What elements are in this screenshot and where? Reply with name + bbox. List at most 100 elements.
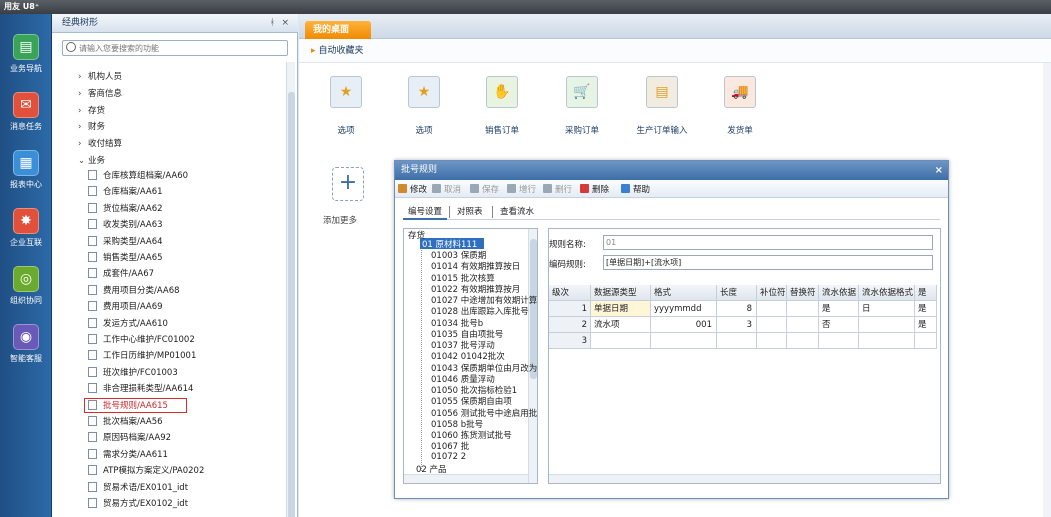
code-rule-field[interactable]: [单据日期]+[流水项]: [603, 255, 933, 270]
tree-node[interactable]: › 收付结算: [78, 137, 122, 149]
tree-leaf[interactable]: 采购类型/AA64: [88, 235, 163, 247]
category-tree-node[interactable]: 01037 批号浮动: [431, 339, 495, 351]
toolbar-button-3[interactable]: 增行: [507, 183, 536, 195]
grid-cell[interactable]: [787, 317, 819, 333]
grid-cell[interactable]: [757, 317, 787, 333]
nav-item[interactable]: ✸ 企业互联: [0, 208, 52, 248]
category-tree-hscrollbar[interactable]: [404, 474, 528, 483]
tree-leaf[interactable]: 批号规则/AA615: [88, 399, 168, 411]
grid-cell[interactable]: yyyymmdd: [651, 301, 717, 317]
tree-leaf[interactable]: 费用项目/AA69: [88, 300, 163, 312]
category-tree-node[interactable]: 01003 保质期: [431, 249, 486, 261]
tree-node[interactable]: › 存货: [78, 104, 105, 116]
category-tree-node[interactable]: 01022 有效期推算按月: [431, 283, 520, 295]
pin-icon[interactable]: ᚼ: [270, 14, 275, 33]
search-box[interactable]: [62, 40, 288, 56]
tree-node[interactable]: › 客商信息: [78, 87, 122, 99]
toolbar-button-1[interactable]: 取消: [432, 183, 461, 195]
category-tree-node[interactable]: 01072 2: [431, 452, 466, 462]
tree-leaf[interactable]: 发运方式/AA610: [88, 317, 168, 329]
tree-leaf[interactable]: 非合理损耗类型/AA614: [88, 382, 193, 394]
category-tree-node[interactable]: 01027 中途增加有效期计算: [431, 294, 537, 306]
grid-cell[interactable]: 日: [859, 301, 915, 317]
search-input[interactable]: [79, 41, 284, 55]
tree-node[interactable]: › 机构人员: [78, 70, 122, 82]
grid-cell[interactable]: [819, 333, 859, 349]
grid-cell[interactable]: [915, 333, 937, 349]
shortcut-item[interactable]: 🛒 采购订单: [547, 76, 617, 136]
grid-cell[interactable]: [757, 301, 787, 317]
tree-node[interactable]: ⌄ 业务: [78, 154, 105, 166]
category-tree-node[interactable]: 01067 批: [431, 440, 469, 452]
grid-cell[interactable]: [787, 333, 819, 349]
tree-leaf[interactable]: 货位档案/AA62: [88, 202, 163, 214]
category-tree-node[interactable]: 01034 批号b: [431, 317, 483, 329]
nav-item[interactable]: ▤ 业务导航: [0, 34, 52, 74]
category-tree-node[interactable]: 01046 质量浮动: [431, 373, 495, 385]
workspace-scrollbar[interactable]: [1043, 63, 1051, 517]
grid-hscrollbar[interactable]: [549, 474, 940, 483]
tree-leaf[interactable]: 班次维护/FC01003: [88, 366, 178, 378]
table-row[interactable]: 1 单据日期 yyyymmdd 8 是日是: [549, 301, 940, 317]
tree-scroll-thumb[interactable]: [288, 92, 295, 517]
favorites-bar[interactable]: ▸ 自动收藏夹: [299, 39, 1051, 63]
close-icon[interactable]: ×: [281, 14, 289, 33]
nav-item[interactable]: ◉ 智能客服: [0, 324, 52, 364]
category-tree-scroll-thumb[interactable]: [530, 239, 537, 379]
shortcut-item[interactable]: ★ 选项: [311, 76, 381, 136]
grid-cell[interactable]: 8: [717, 301, 757, 317]
tree-leaf[interactable]: 成套件/AA67: [88, 267, 154, 279]
category-tree-node[interactable]: 01028 出库跟踪入库批号: [431, 305, 529, 317]
grid-cell[interactable]: 是: [819, 301, 859, 317]
grid-cell[interactable]: 1: [549, 301, 591, 317]
tree-leaf[interactable]: 仓库档案/AA61: [88, 185, 163, 197]
tree-leaf[interactable]: 工作日历维护/MP01001: [88, 349, 196, 361]
toolbar-button-2[interactable]: 保存: [470, 183, 499, 195]
tab-my-desktop[interactable]: 我的桌面: [305, 21, 371, 39]
tree-leaf[interactable]: 费用项目分类/AA68: [88, 284, 180, 296]
tree-leaf[interactable]: 需求分类/AA611: [88, 448, 168, 460]
grid-cell[interactable]: [717, 333, 757, 349]
category-tree-node[interactable]: 01055 保质期自由项: [431, 395, 512, 407]
category-tree-node[interactable]: 01060 拣货测试批号: [431, 429, 512, 441]
category-tree-node[interactable]: 01058 b批号: [431, 418, 483, 430]
dialog-tab[interactable]: 查看流水: [495, 204, 539, 220]
tree-node[interactable]: › 财务: [78, 120, 105, 132]
add-more-button[interactable]: +: [332, 167, 364, 201]
tree-leaf[interactable]: 贸易方式/EX0102_idt: [88, 497, 188, 509]
tree-leaf[interactable]: 批次档案/AA56: [88, 415, 163, 427]
toolbar-button-6[interactable]: 帮助: [621, 183, 650, 195]
grid-cell[interactable]: [859, 317, 915, 333]
table-row[interactable]: 2 流水项 001 3 否 是: [549, 317, 940, 333]
grid-cell[interactable]: [591, 333, 651, 349]
tree-leaf[interactable]: 销售类型/AA65: [88, 251, 163, 263]
nav-item[interactable]: ✉ 消息任务: [0, 92, 52, 132]
category-tree-node[interactable]: 01014 有效期推算按日: [431, 260, 520, 272]
toolbar-button-5[interactable]: 删除: [580, 183, 609, 195]
table-row[interactable]: 3: [549, 333, 940, 349]
shortcut-item[interactable]: ▤ 生产订单输入: [627, 76, 697, 136]
tree-leaf[interactable]: 收发类别/AA63: [88, 218, 163, 230]
category-tree-node[interactable]: 01035 自由项批号: [431, 328, 503, 340]
tree-leaf[interactable]: 仓库核算组档案/AA60: [88, 169, 188, 181]
grid-cell[interactable]: [787, 301, 819, 317]
grid-cell[interactable]: 3: [717, 317, 757, 333]
grid-cell[interactable]: 流水项: [591, 317, 651, 333]
grid-cell[interactable]: 2: [549, 317, 591, 333]
tree-leaf[interactable]: 原因码档案/AA92: [88, 431, 171, 443]
dialog-tab[interactable]: 对照表: [452, 204, 488, 220]
nav-item[interactable]: ▦ 报表中心: [0, 150, 52, 190]
grid-cell[interactable]: [651, 333, 717, 349]
category-tree-node[interactable]: 01050 批次指标检验1: [431, 384, 517, 396]
tree-leaf[interactable]: 工作中心维护/FC01002: [88, 333, 195, 345]
grid-cell[interactable]: 3: [549, 333, 591, 349]
category-tree-node[interactable]: 01043 保质期单位由月改为: [431, 362, 537, 374]
grid-cell[interactable]: 否: [819, 317, 859, 333]
grid-cell[interactable]: 是: [915, 317, 937, 333]
category-tree-node[interactable]: 01042 01042批次: [431, 350, 505, 362]
grid-cell[interactable]: [859, 333, 915, 349]
category-tree-node[interactable]: 01056 测试批号中途启用批: [431, 407, 537, 419]
shortcut-item[interactable]: ★ 选项: [389, 76, 459, 136]
tree-leaf[interactable]: 贸易术语/EX0101_idt: [88, 481, 188, 493]
category-tree-node[interactable]: 02 产品: [416, 463, 447, 475]
